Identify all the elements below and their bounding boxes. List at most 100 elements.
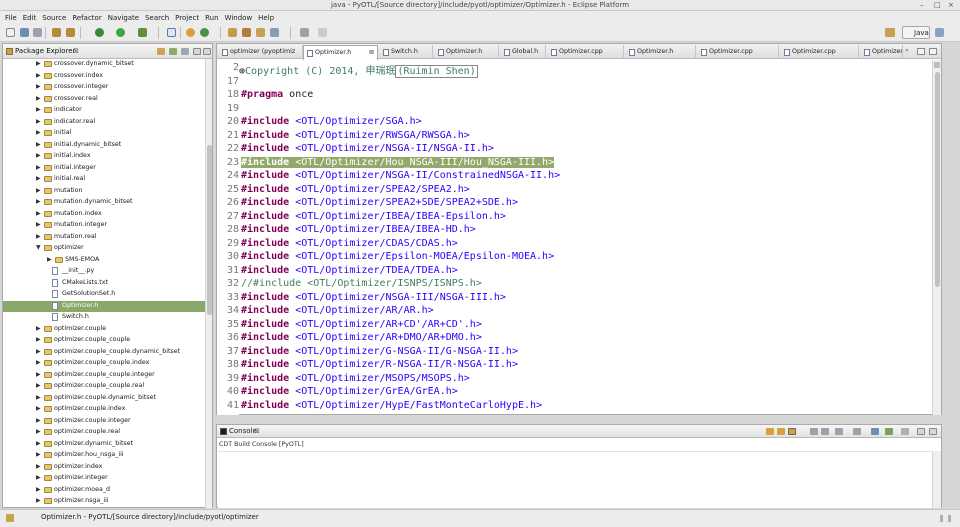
collapsed-arrow-icon[interactable]: ▶ <box>36 463 41 470</box>
collapsed-arrow-icon[interactable]: ▶ <box>36 428 41 435</box>
tree-item[interactable]: ▶ optimizer.couple.integer <box>3 416 206 428</box>
search-icon[interactable] <box>228 28 237 37</box>
menu-search[interactable]: Search <box>142 14 172 22</box>
build-all-icon[interactable] <box>66 28 75 37</box>
tree-item[interactable]: ▶ mutation.dynamic_bitset <box>3 197 206 209</box>
collapsed-arrow-icon[interactable]: ▶ <box>36 382 41 389</box>
code-line[interactable]: 41 #include <OTL/Optimizer/HypE/FastMonte… <box>217 400 931 414</box>
tree-item[interactable]: ▶ mutation <box>3 186 206 198</box>
collapsed-arrow-icon[interactable]: ▶ <box>36 106 41 113</box>
collapsed-arrow-icon[interactable]: ▶ <box>36 187 41 194</box>
minimize-console-icon[interactable] <box>917 428 925 435</box>
open-task-icon[interactable] <box>242 28 251 37</box>
collapsed-arrow-icon[interactable]: ▶ <box>36 129 41 136</box>
scroll-lock-icon[interactable] <box>777 428 785 435</box>
menu-project[interactable]: Project <box>172 14 202 22</box>
console-scrollbar[interactable] <box>932 451 941 508</box>
link-with-editor-icon[interactable] <box>169 48 177 55</box>
maximize-console-icon[interactable] <box>929 428 937 435</box>
collapsed-arrow-icon[interactable]: ▶ <box>36 141 41 148</box>
collapsed-arrow-icon[interactable]: ▶ <box>36 152 41 159</box>
collapsed-arrow-icon[interactable]: ▶ <box>47 256 52 263</box>
collapsed-arrow-icon[interactable]: ▶ <box>36 210 41 217</box>
code-line[interactable]: 37 #include <OTL/Optimizer/G-NSGA-II/G-NS… <box>217 346 931 360</box>
tree-item[interactable]: ▶ optimizer.nsga_iii <box>3 496 206 508</box>
editor-tab[interactable]: Optimizer.h <box>861 45 903 59</box>
tree-item[interactable]: __init__.py <box>3 266 206 278</box>
view-menu-icon[interactable] <box>181 48 189 55</box>
collapse-all-icon[interactable] <box>157 48 165 55</box>
code-line[interactable]: 30 #include <OTL/Optimizer/Epsilon-MOEA/E… <box>217 251 931 265</box>
new-icon[interactable] <box>6 28 15 37</box>
menu-refactor[interactable]: Refactor <box>69 14 104 22</box>
editor-tab[interactable]: Optimizer.h ⊠ <box>303 45 378 60</box>
console-title[interactable]: Console <box>229 427 257 435</box>
pin-console-icon[interactable] <box>810 428 818 435</box>
collapsed-arrow-icon[interactable]: ▶ <box>36 359 41 366</box>
menu-source[interactable]: Source <box>39 14 69 22</box>
word-wrap-icon[interactable] <box>835 428 843 435</box>
tree-item[interactable]: GetSolutionSet.h <box>3 289 206 301</box>
editor-tab[interactable]: Switch.h <box>380 45 433 59</box>
code-line[interactable]: 39 #include <OTL/Optimizer/MSOPS/MSOPS.h> <box>217 373 931 387</box>
code-line[interactable]: 36 #include <OTL/Optimizer/AR+DMO/AR+DMO.… <box>217 332 931 346</box>
cpp-perspective-icon[interactable] <box>935 28 944 37</box>
close-view-icon[interactable]: ⊠ <box>73 47 79 55</box>
code-line[interactable]: 34 #include <OTL/Optimizer/AR/AR.h> <box>217 305 931 319</box>
tree-item[interactable]: ▶ mutation.integer <box>3 220 206 232</box>
code-line[interactable]: 19 <box>217 103 931 117</box>
code-line[interactable]: 31 #include <OTL/Optimizer/TDEA/TDEA.h> <box>217 265 931 279</box>
minimize-view-icon[interactable] <box>193 48 201 55</box>
minimize-button[interactable]: – <box>920 1 924 9</box>
tree-item[interactable]: ▶ mutation.index <box>3 209 206 221</box>
debug-icon[interactable] <box>95 28 104 37</box>
collapsed-arrow-icon[interactable]: ▶ <box>36 83 41 90</box>
tree-item[interactable]: ▶ optimizer.moea_d <box>3 485 206 497</box>
new-package-icon[interactable] <box>200 28 209 37</box>
menu-file[interactable]: File <box>2 14 20 22</box>
tree-item[interactable]: ▶ optimizer.index <box>3 462 206 474</box>
code-line[interactable]: 33 #include <OTL/Optimizer/NSGA-III/NSGA-… <box>217 292 931 306</box>
collapsed-arrow-icon[interactable]: ▶ <box>36 336 41 343</box>
explorer-scrollbar-thumb[interactable] <box>207 145 212 315</box>
expanded-arrow-icon[interactable]: ▼ <box>36 244 41 251</box>
code-line[interactable]: 20 #include <OTL/Optimizer/SGA.h> <box>217 116 931 130</box>
code-line[interactable]: 22 #include <OTL/Optimizer/NSGA-II/NSGA-I… <box>217 143 931 157</box>
editor-tab[interactable]: Optimizer.cpp <box>698 45 779 59</box>
code-line[interactable]: 17 <box>217 76 931 90</box>
tree-item[interactable]: ▶ indicator <box>3 105 206 117</box>
maximize-view-icon[interactable] <box>203 48 211 55</box>
tree-item[interactable]: ▶ crossover.dynamic_bitset <box>3 59 206 71</box>
open-perspective-icon[interactable] <box>885 28 895 37</box>
editor-tab[interactable]: Optimizer.h <box>435 45 499 59</box>
package-explorer-title[interactable]: Package Explorer <box>15 47 75 55</box>
run-icon[interactable] <box>116 28 125 37</box>
collapsed-arrow-icon[interactable]: ▶ <box>36 440 41 447</box>
editor-tab[interactable]: Global.h <box>501 45 546 59</box>
editor-tab[interactable]: Optimizer.cpp <box>548 45 624 59</box>
editor-scrollbar-thumb[interactable] <box>935 72 940 287</box>
tree-item[interactable]: ▶ optimizer.couple_couple <box>3 335 206 347</box>
close-console-icon[interactable]: ⊠ <box>254 427 260 435</box>
editor-scrollbar[interactable] <box>932 60 941 415</box>
java-perspective-button[interactable]: Java <box>902 26 930 39</box>
tree-item[interactable]: ▶ indicator.real <box>3 117 206 129</box>
tree-item[interactable]: ▶ optimizer.couple_couple.dynamic_bitset <box>3 347 206 359</box>
code-line[interactable]: 32//#include <OTL/Optimizer/ISNPS/ISNPS.… <box>217 278 931 292</box>
back-icon[interactable] <box>300 28 309 37</box>
tree-item[interactable]: ▶ optimizer.couple_couple.integer <box>3 370 206 382</box>
tree-item[interactable]: ▶ optimizer.couple_couple.real <box>3 381 206 393</box>
collapsed-arrow-icon[interactable]: ▶ <box>36 72 41 79</box>
tree-item[interactable]: ▶ optimizer.integer <box>3 473 206 485</box>
tree-item[interactable]: ▶ optimizer.dynamic_bitset <box>3 439 206 451</box>
tree-item[interactable]: ▶ crossover.index <box>3 71 206 83</box>
tree-item[interactable]: ▶ initial.dynamic_bitset <box>3 140 206 152</box>
tree-item[interactable]: ▶ optimizer.couple.real <box>3 427 206 439</box>
collapsed-arrow-icon[interactable]: ▶ <box>36 451 41 458</box>
tree-item[interactable]: ▶ optimizer.couple <box>3 324 206 336</box>
clear-console-icon[interactable] <box>788 428 796 435</box>
tree-item[interactable]: ▶ crossover.integer <box>3 82 206 94</box>
code-line[interactable]: 26 #include <OTL/Optimizer/SPEA2+SDE/SPEA… <box>217 197 931 211</box>
code-editor[interactable]: 2 ⊕Copyright (C) 2014, 申瑞珉 (Ruimin Shen) 17… <box>217 60 931 415</box>
tree-item[interactable]: ▶ mutation.real <box>3 232 206 244</box>
